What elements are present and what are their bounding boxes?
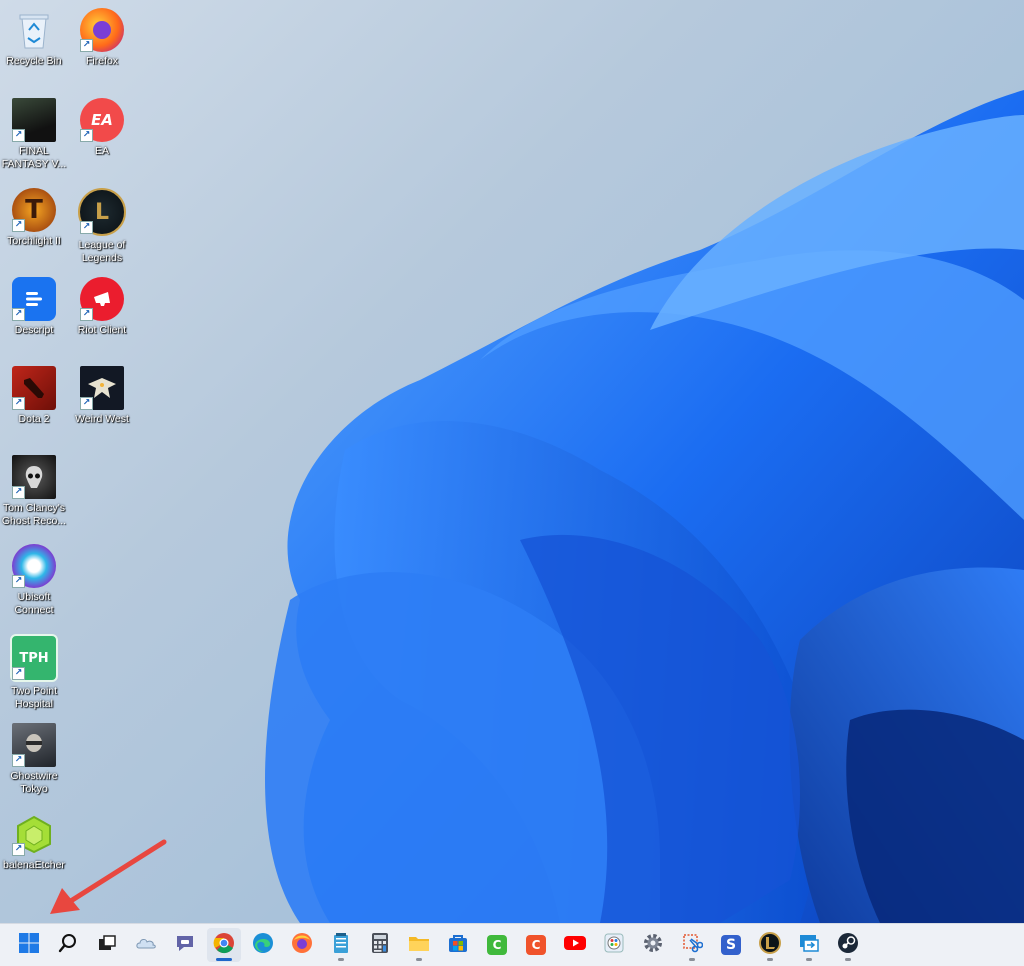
ghostwire-tokyo-icon: ↗ <box>12 723 56 767</box>
steam-icon <box>837 932 859 958</box>
desktop-icon-label: Riot Client <box>77 324 127 336</box>
desktop-icon-ubisoft-connect[interactable]: ↗ Ubisoft Connect <box>0 540 68 626</box>
desktop-icon-riot-client[interactable]: ↗ Riot Client <box>68 273 136 359</box>
camtasia-recorder-button[interactable]: C <box>519 928 553 962</box>
desktop-icon-label: Descript <box>14 324 54 336</box>
youtube-icon <box>563 934 587 956</box>
weird-west-icon: ↗ <box>80 366 124 410</box>
desktop-icon-ghost-recon[interactable]: ↗ Tom Clancy's Ghost Reco... <box>0 451 68 537</box>
paint-icon <box>603 932 625 958</box>
camtasia-button[interactable]: C <box>480 928 514 962</box>
desktop-icon-label: Weird West <box>75 413 129 425</box>
widgets-button[interactable] <box>129 928 163 962</box>
task-view-icon <box>97 933 117 957</box>
edge-icon <box>252 932 274 958</box>
simplenote-button[interactable]: S <box>714 928 748 962</box>
youtube-button[interactable] <box>558 928 592 962</box>
remote-desktop-button[interactable] <box>792 928 826 962</box>
notepad-icon <box>332 932 350 958</box>
desktop-icon-label: Dota 2 <box>18 413 50 425</box>
settings-button[interactable] <box>636 928 670 962</box>
taskbar: C C S <box>0 923 1024 966</box>
firefox-icon <box>291 932 313 958</box>
chrome-icon <box>213 932 235 958</box>
steam-button[interactable] <box>831 928 865 962</box>
snipping-tool-icon <box>681 932 704 958</box>
gear-icon <box>642 932 664 958</box>
desktop: Recycle Bin ↗ Firefox ↗ FINAL FANTASY V.… <box>0 0 1024 923</box>
firefox-icon: ↗ <box>80 8 124 52</box>
camtasia-icon: C <box>487 935 507 955</box>
calculator-button[interactable] <box>363 928 397 962</box>
riot-client-icon: ↗ <box>80 277 124 321</box>
paint-button[interactable] <box>597 928 631 962</box>
league-of-legends-icon <box>759 932 781 958</box>
ea-icon: EA ↗ <box>80 98 124 142</box>
snipping-tool-button[interactable] <box>675 928 709 962</box>
search-icon <box>58 933 78 957</box>
camtasia-recorder-icon: C <box>526 935 546 955</box>
firefox-taskbar-button[interactable] <box>285 928 319 962</box>
desktop-icon-final-fantasy[interactable]: ↗ FINAL FANTASY V... <box>0 94 68 180</box>
teams-chat-icon <box>174 933 196 957</box>
folder-icon <box>408 933 430 957</box>
dota2-icon: ↗ <box>12 366 56 410</box>
desktop-icon-grid: Recycle Bin ↗ Firefox ↗ FINAL FANTASY V.… <box>0 0 140 920</box>
simplenote-icon: S <box>721 935 741 955</box>
desktop-icon-recycle-bin[interactable]: Recycle Bin <box>0 4 68 90</box>
widgets-icon <box>135 934 157 956</box>
wallpaper-bloom <box>265 90 1024 923</box>
calculator-icon <box>371 932 389 958</box>
windows-logo-icon <box>19 933 39 957</box>
desktop-icon-label: Ubisoft Connect <box>14 591 54 616</box>
desktop-icon-dota2[interactable]: ↗ Dota 2 <box>0 362 68 448</box>
desktop-icon-label: League of Legends <box>78 239 126 264</box>
remote-desktop-icon <box>798 932 820 958</box>
desktop-icon-firefox[interactable]: ↗ Firefox <box>68 4 136 90</box>
desktop-icon-ea[interactable]: EA ↗ EA <box>68 94 136 180</box>
desktop-icon-label: EA <box>94 145 109 157</box>
file-explorer-button[interactable] <box>402 928 436 962</box>
league-of-legends-icon: L ↗ <box>78 188 126 236</box>
store-button[interactable] <box>441 928 475 962</box>
ghost-recon-icon: ↗ <box>12 455 56 499</box>
chrome-button[interactable] <box>207 928 241 962</box>
task-view-button[interactable] <box>90 928 124 962</box>
annotation-arrow <box>50 839 167 914</box>
desktop-icon-label: Torchlight II <box>7 235 61 247</box>
desktop-icon-ghostwire-tokyo[interactable]: ↗ Ghostwire Tokyo <box>0 719 68 805</box>
desktop-icon-league-of-legends[interactable]: L ↗ League of Legends <box>68 184 136 270</box>
search-button[interactable] <box>51 928 85 962</box>
desktop-icon-descript[interactable]: ↗ Descript <box>0 273 68 359</box>
store-icon <box>448 933 468 957</box>
desktop-icon-label: Firefox <box>85 55 119 67</box>
ubisoft-connect-icon: ↗ <box>12 544 56 588</box>
desktop-icon-two-point-hospital[interactable]: TPH ↗ Two Point Hospital <box>0 630 68 716</box>
desktop-icon-label: Recycle Bin <box>6 55 62 67</box>
desktop-icon-weird-west[interactable]: ↗ Weird West <box>68 362 136 448</box>
desktop-icon-label: Ghostwire Tokyo <box>10 770 58 795</box>
edge-button[interactable] <box>246 928 280 962</box>
desktop-icon-torchlight[interactable]: T ↗ Torchlight II <box>0 184 68 270</box>
notepad-button[interactable] <box>324 928 358 962</box>
start-button[interactable] <box>12 928 46 962</box>
chat-button[interactable] <box>168 928 202 962</box>
descript-icon: ↗ <box>12 277 56 321</box>
league-taskbar-button[interactable] <box>753 928 787 962</box>
two-point-hospital-icon: TPH ↗ <box>10 634 58 682</box>
desktop-icon-label: FINAL FANTASY V... <box>1 145 67 170</box>
desktop-icon-label: Tom Clancy's Ghost Reco... <box>1 502 67 527</box>
torchlight-icon: T ↗ <box>12 188 56 232</box>
desktop-icon-label: Two Point Hospital <box>10 685 58 710</box>
final-fantasy-icon: ↗ <box>12 98 56 142</box>
recycle-bin-icon <box>12 8 56 52</box>
